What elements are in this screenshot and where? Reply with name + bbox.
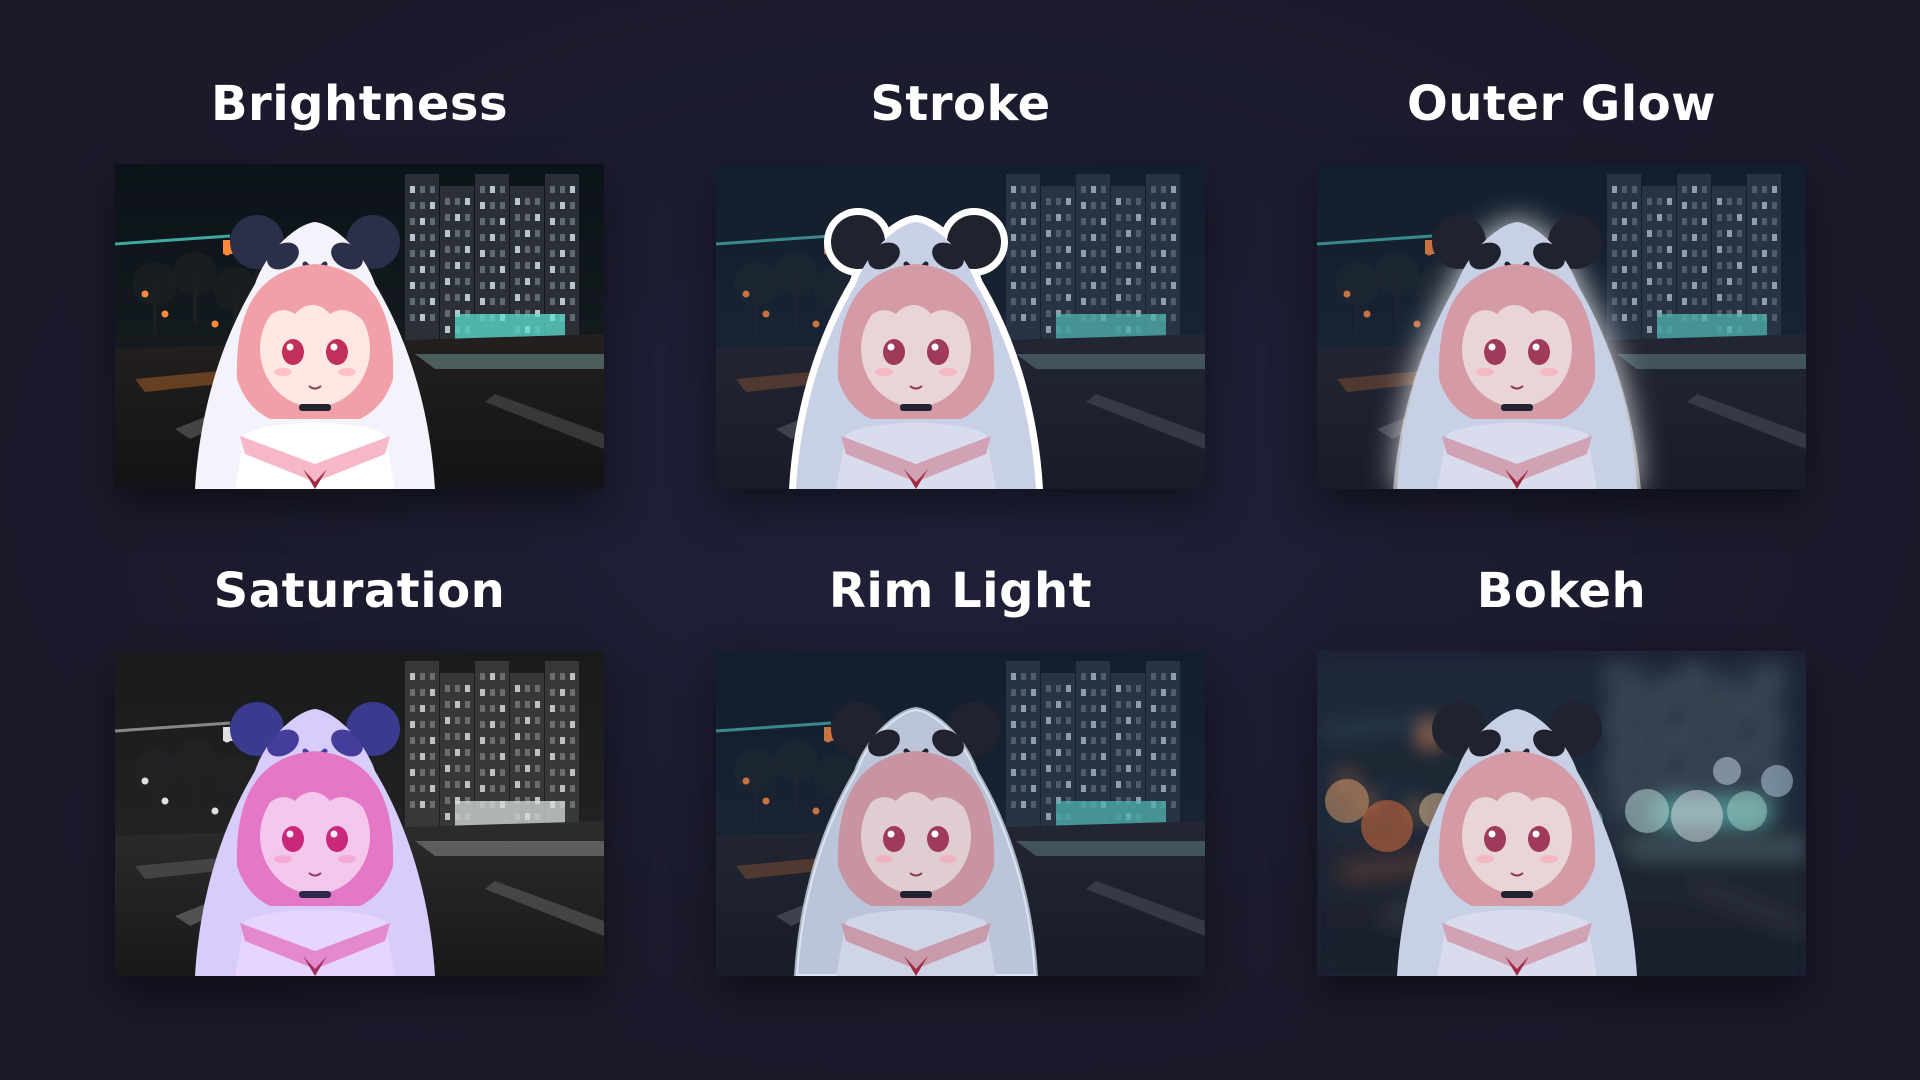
stroke-preview-image — [716, 164, 1205, 489]
preview-stroke — [716, 164, 1205, 489]
saturation-preview-image — [115, 651, 604, 976]
effects-grid: Brightness Stroke Outer Glow Saturation … — [0, 0, 1920, 1080]
preview-saturation — [115, 651, 604, 976]
preview-bokeh — [1317, 651, 1806, 976]
outer-glow-preview-image — [1317, 164, 1806, 489]
preview-brightness — [115, 164, 604, 489]
preview-outer-glow — [1317, 164, 1806, 489]
panel-title-saturation: Saturation — [213, 563, 506, 619]
character — [789, 208, 1043, 489]
brightness-preview-image — [115, 164, 604, 489]
panel-title-bokeh: Bokeh — [1476, 563, 1647, 619]
panel-title-outer-glow: Outer Glow — [1406, 76, 1717, 132]
bokeh-preview-image — [1317, 651, 1806, 976]
panel-title-brightness: Brightness — [210, 76, 509, 132]
preview-rim-light — [716, 651, 1205, 976]
panel-title-stroke: Stroke — [870, 76, 1051, 132]
rim-light-preview-image — [716, 651, 1205, 976]
panel-title-rim-light: Rim Light — [828, 563, 1093, 619]
